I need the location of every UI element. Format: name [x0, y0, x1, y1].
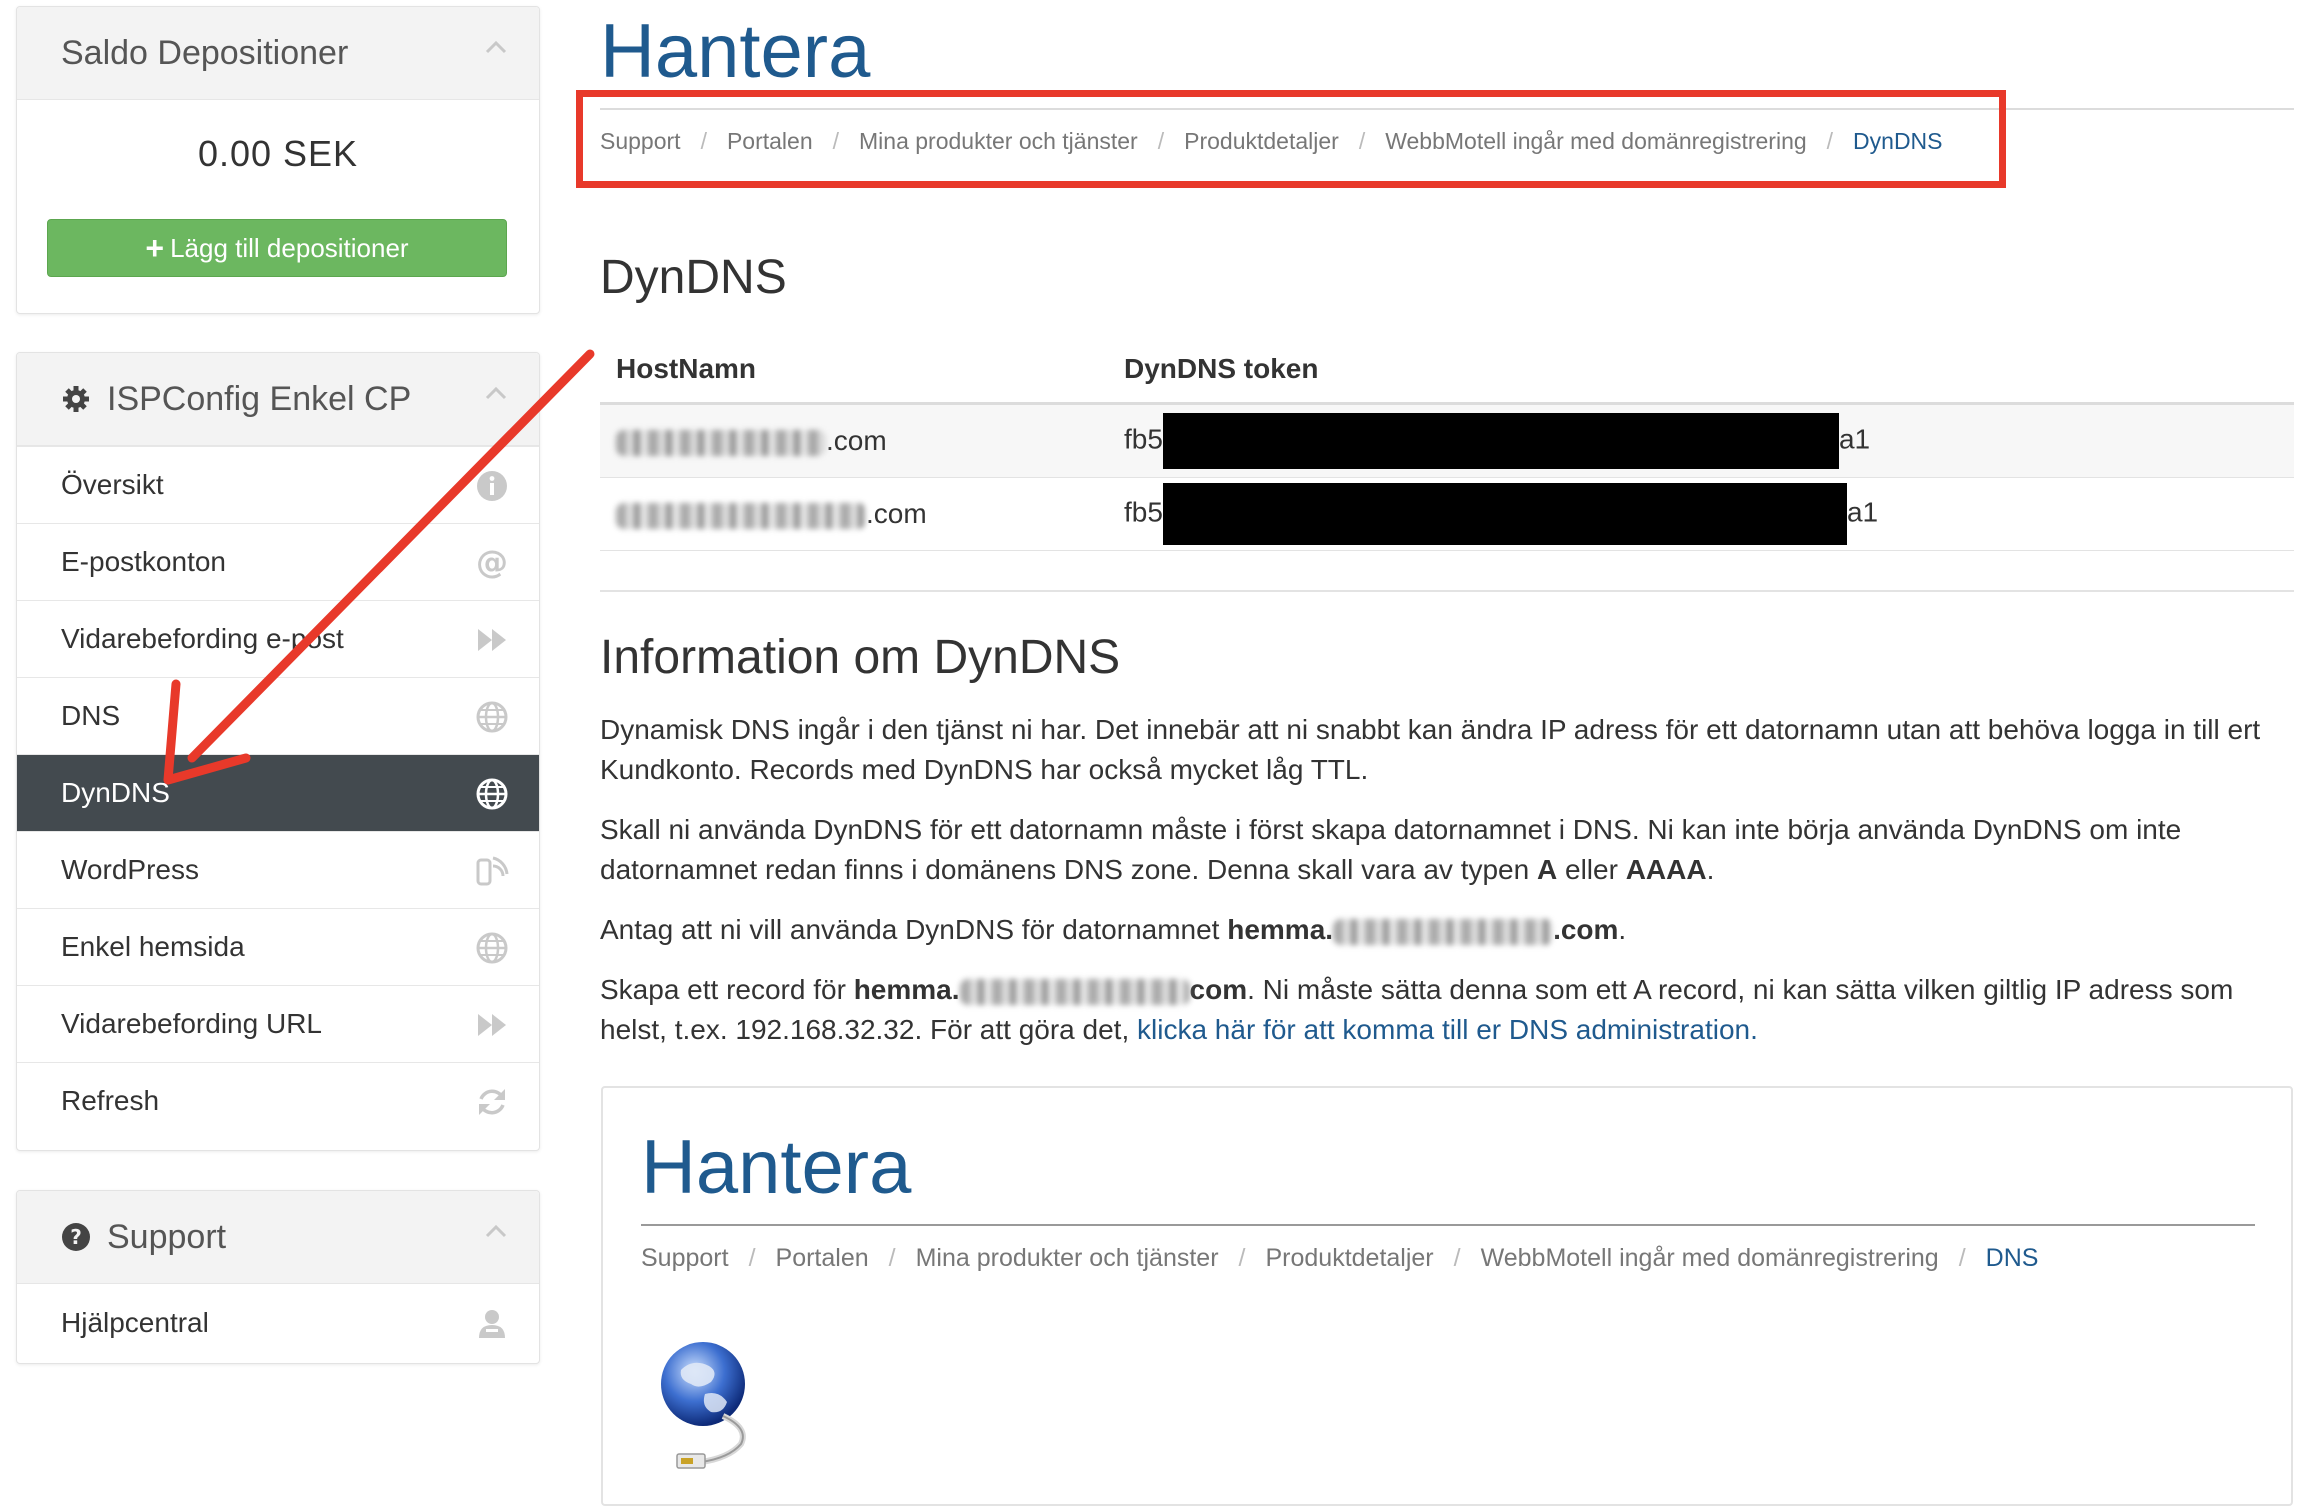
gear-icon	[63, 386, 89, 412]
sidebar-item-label: WordPress	[61, 854, 199, 885]
question-icon: ?	[62, 1223, 90, 1251]
ispconfig-panel-title: ISPConfig Enkel CP	[107, 379, 412, 418]
support-panel: ? Support Hjälpcentral	[16, 1190, 540, 1364]
sidebar-item-label: Översikt	[61, 469, 164, 500]
chevron-up-icon[interactable]	[481, 379, 511, 409]
at-icon: @	[476, 546, 508, 580]
table-row: .com fb5 a1	[600, 477, 2294, 551]
sidebar-item-epostkonton[interactable]: E-postkonton @	[17, 523, 539, 600]
balance-panel: Saldo Depositioner 0.00 SEK + Lägg till …	[16, 6, 540, 314]
info-paragraph-2: Skall ni använda DynDNS för ett datornam…	[600, 814, 2182, 885]
annotation-highlight-box	[576, 90, 2006, 188]
breadcrumb-separator: /	[1453, 1244, 1461, 1272]
svg-text:?: ?	[70, 1225, 82, 1249]
forward-icon	[478, 629, 506, 651]
forward-icon	[478, 1014, 506, 1036]
support-panel-title: Support	[107, 1217, 227, 1256]
breadcrumb-dns: DNS	[1985, 1244, 2039, 1272]
ispconfig-panel: ISPConfig Enkel CP Översikt E-postkonton…	[16, 352, 540, 1151]
table-header-row: HostNamn DynDNS token	[600, 336, 2294, 405]
breadcrumb-separator: /	[888, 1244, 896, 1272]
dns-admin-link[interactable]: klicka här för att komma till er DNS adm…	[1137, 1014, 1758, 1045]
dyndns-table: HostNamn DynDNS token .com fb5 a1 .com fb…	[600, 336, 2294, 551]
refresh-icon	[479, 1089, 505, 1115]
svg-text:@: @	[476, 546, 508, 580]
globe-icon	[476, 778, 508, 810]
hostname-cell: .com	[600, 477, 1108, 551]
dyndns-heading: DynDNS	[600, 251, 787, 304]
support-agent-icon	[479, 1310, 505, 1338]
hostname-cell: .com	[600, 403, 1108, 478]
breadcrumb-separator: /	[1958, 1244, 1966, 1272]
plus-icon: +	[145, 230, 165, 266]
page-title: Hantera	[600, 9, 871, 94]
sidebar-item-label: E-postkonton	[61, 546, 226, 577]
token-cell: fb5 a1	[1108, 477, 2294, 551]
embedded-divider	[641, 1224, 2255, 1226]
column-header-token: DynDNS token	[1108, 336, 2294, 405]
info-heading: Information om DynDNS	[600, 631, 1121, 684]
embedded-title: Hantera	[641, 1125, 912, 1210]
redacted-token	[1162, 483, 1847, 545]
globe-icon	[476, 701, 508, 733]
breadcrumb-webbmotell: WebbMotell ingår med domänregistrering	[1480, 1244, 1939, 1272]
sidebar-item-label: Enkel hemsida	[61, 931, 245, 962]
chevron-up-icon[interactable]	[481, 33, 511, 63]
breadcrumb-produktdetaljer: Produktdetaljer	[1265, 1244, 1434, 1272]
sidebar-item-wordpress[interactable]: WordPress	[17, 831, 539, 908]
support-panel-header[interactable]: ? Support	[17, 1191, 539, 1284]
info-paragraph-1: Dynamisk DNS ingår i den tjänst ni har. …	[600, 714, 2261, 785]
wordpress-icon	[476, 856, 509, 886]
sidebar-item-refresh[interactable]: Refresh	[17, 1062, 539, 1139]
balance-panel-header[interactable]: Saldo Depositioner	[17, 7, 539, 100]
redacted-hostname	[616, 429, 826, 456]
breadcrumb-mina-produkter: Mina produkter och tjänster	[915, 1244, 1219, 1272]
network-globe-icon	[661, 1342, 746, 1469]
column-header-hostnamn: HostNamn	[600, 336, 1108, 405]
chevron-up-icon[interactable]	[481, 1217, 511, 1247]
breadcrumb-portalen: Portalen	[775, 1244, 869, 1272]
globe-icon	[476, 932, 508, 964]
sidebar-item-label: Refresh	[61, 1085, 160, 1116]
info-paragraph-3: Antag att ni vill använda DynDNS för dat…	[600, 914, 1627, 945]
balance-panel-title: Saldo Depositioner	[61, 33, 349, 72]
sidebar-item-label: Vidarebefording URL	[61, 1008, 322, 1039]
sidebar-item-label: Vidarebefording e-post	[61, 623, 344, 654]
sidebar-item-vidarebefording-epost[interactable]: Vidarebefording e-post	[17, 600, 539, 677]
sidebar-item-label: DNS	[61, 700, 121, 731]
table-row: .com fb5 a1	[600, 403, 2294, 478]
redacted-domain	[959, 978, 1190, 1005]
breadcrumb-separator: /	[748, 1244, 756, 1272]
embedded-breadcrumb: Support / Portalen / Mina produkter och tjän…	[641, 1244, 2038, 1273]
redacted-token	[1162, 413, 1839, 469]
info-icon	[477, 471, 507, 501]
sidebar-item-label: DynDNS	[61, 777, 170, 808]
embedded-screenshot: Hantera Support / Portalen / Mina produkter …	[601, 1086, 2293, 1506]
section-divider	[600, 590, 2294, 592]
breadcrumb-support: Support	[641, 1244, 729, 1272]
balance-amount: 0.00 SEK	[197, 133, 359, 174]
sidebar-item-oversikt[interactable]: Översikt	[17, 446, 539, 523]
token-cell: fb5 a1	[1108, 403, 2294, 478]
sidebar-item-vidarebefording-url[interactable]: Vidarebefording URL	[17, 985, 539, 1062]
breadcrumb-separator: /	[1238, 1244, 1246, 1272]
redacted-domain	[1333, 918, 1554, 945]
ispconfig-panel-header[interactable]: ISPConfig Enkel CP	[17, 353, 539, 446]
add-deposit-button[interactable]: + Lägg till depositioner	[47, 219, 507, 277]
info-paragraph-4: Skapa ett record för hemma. com. Ni måste…	[600, 974, 2234, 1045]
sidebar-item-dns[interactable]: DNS	[17, 677, 539, 754]
sidebar-item-hjalpcentral[interactable]: Hjälpcentral	[17, 1284, 539, 1361]
sidebar-item-enkel-hemsida[interactable]: Enkel hemsida	[17, 908, 539, 985]
redacted-hostname	[616, 502, 866, 529]
add-deposit-label: Lägg till depositioner	[170, 232, 409, 263]
sidebar-item-dyndns[interactable]: DynDNS	[17, 754, 539, 831]
sidebar-item-label: Hjälpcentral	[61, 1306, 209, 1338]
